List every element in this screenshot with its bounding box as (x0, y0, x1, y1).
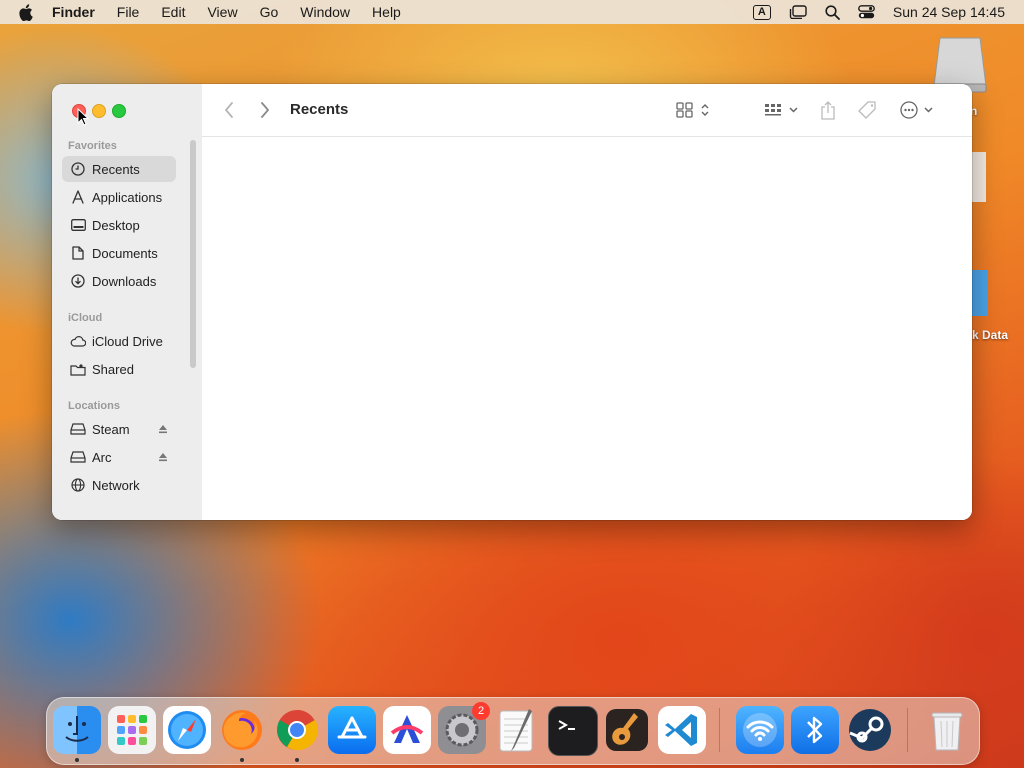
dock-separator (719, 708, 720, 752)
spotlight-search-icon[interactable] (825, 4, 840, 20)
sidebar-item-label: Downloads (92, 273, 157, 289)
group-by-button[interactable] (764, 100, 800, 120)
launchpad-app-icon[interactable] (108, 706, 156, 754)
minimize-button[interactable] (92, 104, 106, 118)
sidebar-item-icloud-drive[interactable]: iCloud Drive (62, 328, 176, 354)
sidebar-section-favorites: Favorites (68, 140, 117, 152)
sidebar-item-steam[interactable]: Steam (62, 416, 176, 442)
firefox-app-icon[interactable] (218, 706, 266, 754)
desktop-icon (70, 217, 86, 233)
back-button[interactable] (224, 100, 234, 120)
chrome-app-icon[interactable] (273, 706, 321, 754)
share-icon[interactable] (820, 100, 836, 120)
sidebar-item-label: Shared (92, 361, 134, 377)
sidebar-scrollbar[interactable] (190, 140, 196, 368)
apple-menu-icon[interactable] (18, 3, 34, 21)
sidebar-item-recents[interactable]: Recents (62, 156, 176, 182)
sidebar: Favorites Recents Applications Desktop D… (52, 84, 203, 520)
window-title: Recents (290, 101, 349, 118)
safari-app-icon[interactable] (163, 706, 211, 754)
terminal-app-icon[interactable] (548, 706, 598, 756)
sidebar-item-label: Applications (92, 189, 163, 205)
applications-icon (70, 189, 86, 205)
menu-file[interactable]: File (117, 4, 140, 20)
tag-icon[interactable] (858, 100, 878, 120)
mouse-pointer-icon (77, 107, 90, 131)
menu-view[interactable]: View (207, 4, 237, 20)
sidebar-item-label: Network (92, 477, 140, 493)
menu-finder[interactable]: Finder (52, 4, 95, 20)
sidebar-item-label: Steam (92, 421, 130, 437)
sidebar-item-arc[interactable]: Arc (62, 444, 176, 470)
sidebar-item-applications[interactable]: Applications (62, 184, 176, 210)
download-icon (70, 273, 86, 289)
shared-folder-icon (70, 361, 86, 377)
app-store-app-icon[interactable] (328, 706, 376, 754)
eject-icon[interactable] (158, 422, 168, 437)
notification-badge: 2 (472, 702, 490, 720)
input-source-icon[interactable]: A (752, 4, 771, 20)
menu-help[interactable]: Help (372, 4, 401, 20)
system-settings-app-icon[interactable]: 2 (438, 702, 490, 754)
sidebar-item-label: iCloud Drive (92, 333, 163, 349)
eject-icon[interactable] (158, 450, 168, 465)
control-center-icon[interactable] (857, 5, 875, 19)
sidebar-section-locations: Locations (68, 400, 120, 412)
more-actions-button[interactable] (900, 100, 936, 120)
document-icon (70, 245, 86, 261)
textedit-app-icon[interactable] (493, 706, 541, 754)
running-indicator (240, 758, 244, 762)
running-indicator (75, 758, 79, 762)
menu-bar: Finder File Edit View Go Window Help A S… (0, 0, 1024, 24)
stage-manager-icon[interactable] (789, 5, 807, 19)
menu-edit[interactable]: Edit (161, 4, 185, 20)
view-icons-button[interactable] (676, 100, 712, 120)
sidebar-item-downloads[interactable]: Downloads (62, 268, 176, 294)
zoom-button[interactable] (112, 104, 126, 118)
sidebar-item-label: Arc (92, 449, 112, 465)
sidebar-item-label: Recents (92, 161, 140, 177)
garageband-app-icon[interactable] (603, 706, 651, 754)
sidebar-item-label: Desktop (92, 217, 140, 233)
drive-icon (70, 421, 86, 437)
toolbar: Recents (202, 84, 972, 137)
affinity-app-icon[interactable] (383, 706, 431, 754)
sidebar-item-desktop[interactable]: Desktop (62, 212, 176, 238)
clock-icon (70, 161, 86, 177)
globe-icon (70, 477, 86, 493)
finder-window: Favorites Recents Applications Desktop D… (52, 84, 972, 520)
sidebar-item-documents[interactable]: Documents (62, 240, 176, 266)
steam-app-icon[interactable] (846, 706, 894, 754)
running-indicator (295, 758, 299, 762)
sidebar-section-icloud: iCloud (68, 312, 103, 324)
finder-app-icon[interactable] (53, 706, 101, 754)
sidebar-item-shared[interactable]: Shared (62, 356, 176, 382)
bluetooth-app-icon[interactable] (791, 706, 839, 754)
vscode-app-icon[interactable] (658, 706, 706, 754)
sidebar-item-label: Documents (92, 245, 158, 261)
dock: 2 (46, 697, 980, 765)
file-browser-content[interactable] (202, 137, 972, 520)
trash-app-icon[interactable] (923, 706, 971, 754)
menu-clock[interactable]: Sun 24 Sep 14:45 (893, 4, 1005, 20)
dock-separator (907, 708, 908, 752)
forward-button[interactable] (260, 100, 270, 120)
cloud-icon (70, 333, 86, 349)
desktop-item-label: k Data (972, 328, 1009, 342)
sidebar-item-network[interactable]: Network (62, 472, 176, 498)
menu-go[interactable]: Go (260, 4, 279, 20)
menu-window[interactable]: Window (300, 4, 350, 20)
drive-icon (70, 449, 86, 465)
wifi-app-icon[interactable] (736, 706, 784, 754)
